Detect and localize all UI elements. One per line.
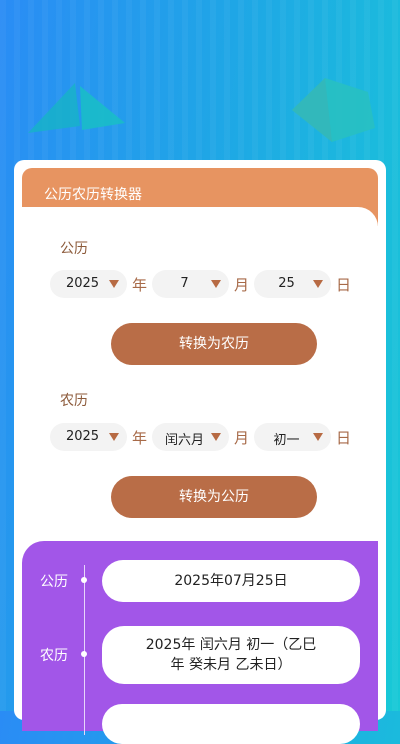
- dropdown-arrow-icon: [313, 280, 323, 288]
- dropdown-arrow-icon: [109, 433, 119, 441]
- result-solar-label: 公历: [40, 574, 68, 590]
- dropdown-arrow-icon: [211, 433, 221, 441]
- timeline-dot: [81, 577, 87, 583]
- dropdown-arrow-icon: [211, 280, 221, 288]
- result-lunar-value: 2025年 闰六月 初一（乙巳 年 癸未月 乙未日）: [102, 626, 360, 684]
- lunar-month-unit: 月: [234, 429, 250, 447]
- lunar-year-select[interactable]: 2025: [50, 423, 127, 451]
- result-panel: 公历 2025年07月25日 农历 2025年 闰六月 初一（乙巳 年 癸未月 …: [22, 541, 378, 744]
- dropdown-arrow-icon: [109, 280, 119, 288]
- result-extra-box: [102, 704, 360, 744]
- lunar-day-select[interactable]: 初一: [254, 423, 331, 451]
- solar-month-unit: 月: [234, 276, 250, 294]
- lunar-section-label: 农历: [60, 393, 88, 409]
- result-lunar-label: 农历: [40, 648, 68, 664]
- solar-day-unit: 日: [336, 276, 352, 294]
- solar-year-unit: 年: [132, 276, 148, 294]
- timeline-dot: [81, 651, 87, 657]
- solar-month-select[interactable]: 7: [152, 270, 229, 298]
- solar-year-select[interactable]: 2025: [50, 270, 127, 298]
- lunar-day-unit: 日: [336, 429, 352, 447]
- dropdown-arrow-icon: [313, 433, 323, 441]
- decorative-triangles-left: [28, 83, 125, 133]
- result-solar-value: 2025年07月25日: [102, 560, 360, 602]
- app-title: 公历农历转换器: [44, 187, 142, 203]
- convert-to-lunar-button[interactable]: 转换为农历: [111, 323, 317, 365]
- lunar-year-unit: 年: [132, 429, 148, 447]
- result-solar-text: 2025年07月25日: [174, 573, 288, 589]
- solar-day-select[interactable]: 25: [254, 270, 331, 298]
- timeline-line: [84, 565, 85, 735]
- card-header: 公历农历转换器: [22, 168, 378, 227]
- lunar-month-select[interactable]: 闰六月: [152, 423, 229, 451]
- decorative-shape-right: [292, 78, 375, 142]
- result-lunar-line1: 2025年 闰六月 初一（乙巳: [145, 637, 317, 653]
- solar-section-label: 公历: [60, 241, 88, 257]
- result-lunar-line2: 年 癸未月 乙未日）: [170, 657, 292, 673]
- header-curve: [22, 207, 378, 227]
- convert-to-solar-button[interactable]: 转换为公历: [111, 476, 317, 518]
